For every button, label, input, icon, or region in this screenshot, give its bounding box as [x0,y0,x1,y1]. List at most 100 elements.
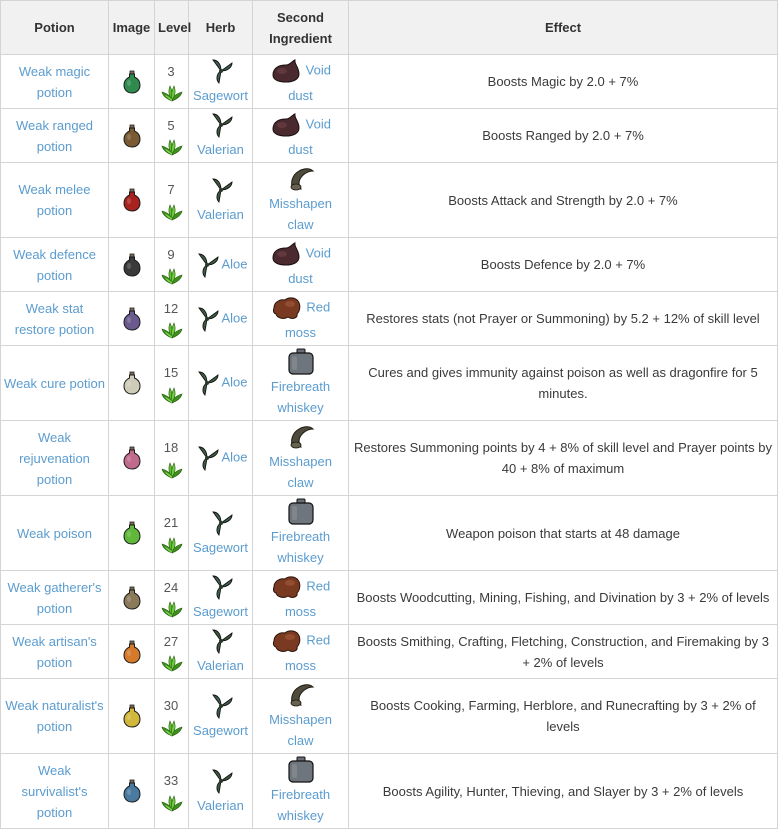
potion-link[interactable]: Weak poison [17,526,92,541]
herb-link[interactable]: Aloe [221,310,247,325]
potion-vial-icon[interactable] [122,124,142,148]
potion-cell: Weak naturalist's potion [0,678,109,754]
herb-link[interactable]: Valerian [192,655,249,676]
potion-vial-icon[interactable] [122,307,142,331]
herblore-skill-icon[interactable] [161,652,183,673]
herblore-skill-icon[interactable] [161,265,183,286]
whiskey-icon[interactable] [285,756,317,783]
herb-link[interactable]: Valerian [192,139,249,160]
sagewort-herb-icon[interactable] [192,509,249,537]
second-ingredient-link[interactable]: Misshapen claw [269,454,332,490]
herblore-skill-icon[interactable] [161,82,183,103]
potion-link[interactable]: Weak cure potion [4,376,105,391]
header-second-ingredient[interactable]: Second Ingredient [252,0,349,55]
header-image[interactable]: Image [108,0,155,55]
aloe-herb-icon[interactable] [193,253,221,278]
potion-vial-svg [122,124,141,148]
header-level[interactable]: Level [154,0,191,55]
herblore-leaves-svg [161,794,182,812]
herb-link[interactable]: Valerian [192,795,249,816]
valerian-herb-icon[interactable] [192,627,249,655]
whiskey-icon[interactable] [285,498,317,525]
misshapen-claw-svg [290,168,314,191]
potion-vial-icon[interactable] [122,640,142,664]
sagewort-herb-icon[interactable] [192,692,249,720]
herb-link[interactable]: Aloe [221,256,247,271]
potion-link[interactable]: Weak melee potion [18,182,90,218]
potion-link[interactable]: Weak artisan's potion [12,634,97,670]
red-moss-icon[interactable] [271,630,303,652]
void-dust-svg [272,59,300,83]
aloe-herb-icon[interactable] [193,307,221,332]
second-ingredient-link[interactable]: Misshapen claw [269,196,332,232]
potion-link[interactable]: Weak ranged potion [16,118,93,154]
void-dust-icon[interactable] [270,242,302,266]
potion-link[interactable]: Weak rejuvenation potion [19,430,90,487]
potion-vial-icon[interactable] [122,253,142,277]
herb-link[interactable]: Sagewort [192,85,249,106]
herblore-skill-icon[interactable] [161,791,183,812]
red-moss-icon[interactable] [271,297,303,319]
herblore-skill-icon[interactable] [161,458,183,479]
potion-vial-icon[interactable] [122,188,142,212]
whiskey-icon[interactable] [285,348,317,375]
potion-vial-icon[interactable] [122,704,142,728]
herb-link[interactable]: Valerian [192,204,249,225]
aloe-herb-icon[interactable] [193,446,221,471]
potion-vial-icon[interactable] [122,371,142,395]
herb-link[interactable]: Sagewort [192,720,249,741]
potion-cell: Weak melee potion [0,162,109,238]
potion-link[interactable]: Weak stat restore potion [15,301,95,337]
red-moss-icon[interactable] [271,576,303,598]
potion-link[interactable]: Weak gatherer's potion [7,580,101,616]
potion-cell: Weak stat restore potion [0,291,109,346]
level-value: 18 [163,440,179,455]
void-dust-icon[interactable] [270,113,302,137]
herblore-skill-icon[interactable] [161,136,183,157]
second-ingredient-link[interactable]: Firebreath whiskey [271,529,330,565]
valerian-herb-icon[interactable] [192,176,249,204]
valerian-herb-icon[interactable] [192,111,249,139]
header-effect[interactable]: Effect [348,0,778,55]
valerian-herb-icon[interactable] [192,767,249,795]
second-ingredient-cell: Red moss [252,291,349,346]
claw-icon[interactable] [256,165,345,193]
potion-cell: Weak survivalist's potion [0,753,109,829]
second-ingredient-link[interactable]: Firebreath whiskey [271,787,330,823]
claw-icon[interactable] [256,423,345,451]
potion-vial-icon[interactable] [122,779,142,803]
level-cell: 5 [154,108,189,163]
sagewort-herb-icon[interactable] [192,573,249,601]
herblore-skill-icon[interactable] [161,383,183,404]
header-herb[interactable]: Herb [188,0,253,55]
herblore-skill-icon[interactable] [161,533,183,554]
image-cell [108,624,155,679]
herb-link[interactable]: Sagewort [192,537,249,558]
level-value: 12 [163,300,179,316]
herblore-skill-icon[interactable] [161,200,183,221]
potion-vial-icon[interactable] [122,446,142,470]
level-cell: 33 [154,753,189,829]
potion-vial-icon[interactable] [122,586,142,610]
potion-link[interactable]: Weak magic potion [19,64,90,100]
potion-cell: Weak rejuvenation potion [0,420,109,496]
level-cell: 24 [154,570,189,625]
herb-link[interactable]: Aloe [221,449,247,464]
herblore-skill-icon[interactable] [161,598,183,619]
herb-link[interactable]: Aloe [221,374,247,389]
potion-link[interactable]: Weak defence potion [13,247,96,283]
potion-link[interactable]: Weak survivalist's potion [21,763,87,820]
potion-link[interactable]: Weak naturalist's potion [5,698,103,734]
second-ingredient-link[interactable]: Firebreath whiskey [271,379,330,415]
header-potion[interactable]: Potion [0,0,109,55]
herblore-skill-icon[interactable] [161,319,183,340]
aloe-herb-icon[interactable] [193,371,221,396]
sagewort-herb-icon[interactable] [192,57,249,85]
potion-vial-icon[interactable] [122,70,142,94]
herb-link[interactable]: Sagewort [192,601,249,622]
potion-vial-icon[interactable] [122,521,142,545]
void-dust-icon[interactable] [270,59,302,83]
second-ingredient-link[interactable]: Misshapen claw [269,712,332,748]
claw-icon[interactable] [256,681,345,709]
herblore-skill-icon[interactable] [161,716,183,737]
